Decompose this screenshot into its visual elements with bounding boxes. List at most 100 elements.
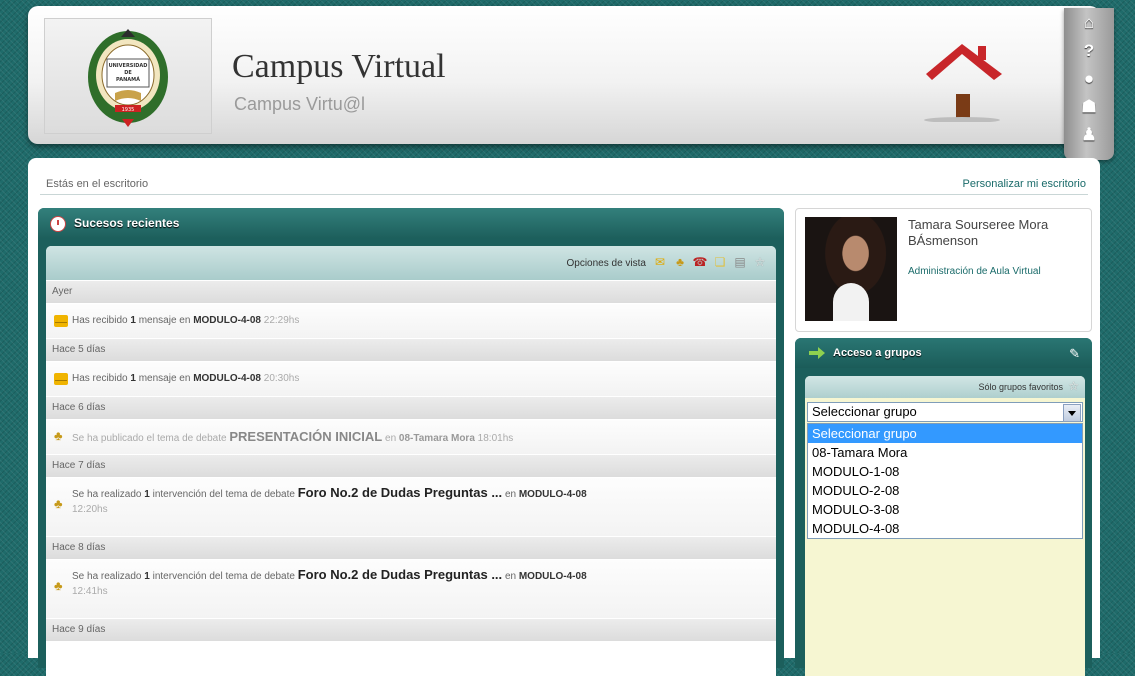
main-content: Estás en el escritorio Personalizar mi e… <box>28 158 1100 676</box>
recent-events-body: Opciones de vista ✉ ♣ ☎ ❏ ▤ ☆ Ayer Has r… <box>46 246 776 676</box>
day-header: Hace 5 días <box>46 338 776 361</box>
group-dropdown-list: Seleccionar grupo 08-Tamara Mora MODULO-… <box>807 423 1083 539</box>
view-options-bar: Opciones de vista ✉ ♣ ☎ ❏ ▤ ☆ <box>46 246 776 280</box>
event-row[interactable]: ♣ Se ha realizado 1 intervención del tem… <box>46 477 776 536</box>
svg-text:PANAMÁ: PANAMÁ <box>116 76 140 83</box>
day-header: Hace 9 días <box>46 618 776 641</box>
event-time: 12:41hs <box>72 586 108 597</box>
university-seal-logo: UNIVERSIDAD DE PANAMÁ 1935 <box>88 29 168 127</box>
arrow-right-icon <box>809 347 825 359</box>
day-header: Hace 7 días <box>46 454 776 477</box>
home-icon[interactable] <box>918 36 1008 122</box>
envelope-icon <box>54 315 68 327</box>
group-access-header: Acceso a grupos ✎ <box>795 338 1092 368</box>
recent-events-title: Sucesos recientes <box>74 216 180 230</box>
logo-container: UNIVERSIDAD DE PANAMÁ 1935 <box>44 18 212 134</box>
site-subtitle: Campus Virtu@l <box>234 94 365 114</box>
event-topic[interactable]: PRESENTACIÓN INICIAL <box>229 429 382 444</box>
event-row[interactable]: ♣ Se ha publicado el tema de debate PRES… <box>46 419 776 454</box>
site-title: Campus Virtual <box>232 48 446 85</box>
event-text: mensaje en <box>138 373 191 384</box>
event-text: Se ha realizado <box>72 571 142 582</box>
envelope-icon <box>54 373 68 385</box>
profile-name: Tamara Sourseree Mora BÁsmenson <box>908 217 1049 248</box>
clock-icon <box>50 216 66 232</box>
envelope-filter-icon[interactable]: ✉ <box>652 254 668 270</box>
profile-card: Tamara Sourseree Mora BÁsmenson Administ… <box>795 208 1092 332</box>
user-icon[interactable]: ☗ <box>1077 96 1101 118</box>
event-topic[interactable]: Foro No.2 de Dudas Preguntas ... <box>298 567 502 582</box>
event-course[interactable]: MODULO-4-08 <box>519 571 587 582</box>
group-option[interactable]: MODULO-4-08 <box>808 519 1082 538</box>
event-row[interactable]: Has recibido 1 mensaje en MODULO-4-08 20… <box>46 361 776 396</box>
day-header: Hace 6 días <box>46 396 776 419</box>
breadcrumb: Estás en el escritorio <box>46 178 149 190</box>
recent-events-panel: Sucesos recientes Opciones de vista ✉ ♣ … <box>38 208 784 676</box>
event-row[interactable]: Has recibido 1 mensaje en MODULO-4-08 22… <box>46 303 776 338</box>
group-select[interactable]: Seleccionar grupo <box>807 402 1083 422</box>
note-filter-icon[interactable]: ❏ <box>712 254 728 270</box>
event-text: en <box>385 433 397 444</box>
document-filter-icon[interactable]: ▤ <box>732 254 748 270</box>
star-icon[interactable]: ☆ <box>1068 379 1079 393</box>
event-text: Se ha realizado <box>72 489 142 500</box>
event-text: Has recibido <box>72 373 128 384</box>
group-option[interactable]: MODULO-1-08 <box>808 462 1082 481</box>
quick-toolbar: ⌂ ? ● ☗ ♟ <box>1064 8 1114 160</box>
help-icon[interactable]: ? <box>1077 40 1101 62</box>
event-text: en <box>504 571 517 582</box>
event-row[interactable]: ♣ Se ha realizado 1 intervención del tem… <box>46 559 776 618</box>
day-header: Ayer <box>46 280 776 303</box>
group-access-title: Acceso a grupos <box>833 347 922 359</box>
group-option[interactable]: Seleccionar grupo <box>808 424 1082 443</box>
event-text: en <box>504 489 517 500</box>
svg-text:DE: DE <box>124 70 132 76</box>
event-count: 1 <box>144 489 150 500</box>
view-options-label: Opciones de vista <box>566 258 647 269</box>
avatar[interactable] <box>805 217 897 321</box>
forum-icon: ♣ <box>54 428 63 443</box>
profile-role-link[interactable]: Administración de Aula Virtual <box>908 265 1088 278</box>
people-icon[interactable]: ♟ <box>1077 124 1101 146</box>
svg-text:1935: 1935 <box>122 107 135 113</box>
star-filter-icon[interactable]: ☆ <box>752 254 768 270</box>
group-option[interactable]: MODULO-3-08 <box>808 500 1082 519</box>
favorites-bar: Sólo grupos favoritos ☆ <box>805 376 1085 398</box>
event-course[interactable]: MODULO-4-08 <box>519 489 587 500</box>
phone-filter-icon[interactable]: ☎ <box>692 254 708 270</box>
favorites-only-label[interactable]: Sólo grupos favoritos <box>978 382 1063 392</box>
event-topic[interactable]: Foro No.2 de Dudas Preguntas ... <box>298 485 502 500</box>
search-icon[interactable]: ● <box>1077 68 1101 90</box>
forum-icon: ♣ <box>54 578 63 593</box>
forum-filter-icon[interactable]: ♣ <box>672 254 688 270</box>
personalize-desk-link[interactable]: Personalizar mi escritorio <box>963 178 1086 190</box>
event-time: 22:29hs <box>263 315 300 326</box>
forum-icon: ♣ <box>54 496 63 511</box>
group-access-body: Sólo grupos favoritos ☆ Seleccionar grup… <box>805 376 1085 676</box>
event-course[interactable]: 08-Tamara Mora <box>399 433 475 444</box>
event-count: 1 <box>130 315 136 326</box>
event-count: 1 <box>130 373 136 384</box>
pin-icon[interactable]: ✎ <box>1069 346 1080 362</box>
site-header: UNIVERSIDAD DE PANAMÁ 1935 Campus Virtua… <box>28 6 1114 160</box>
event-time: 18:01hs <box>477 433 514 444</box>
group-option[interactable]: MODULO-2-08 <box>808 481 1082 500</box>
event-course[interactable]: MODULO-4-08 <box>193 315 261 326</box>
event-text: Se ha publicado el tema de debate <box>72 433 227 444</box>
event-text: mensaje en <box>138 315 191 326</box>
event-course[interactable]: MODULO-4-08 <box>193 373 261 384</box>
group-option[interactable]: 08-Tamara Mora <box>808 443 1082 462</box>
group-select-value: Seleccionar grupo <box>812 404 917 419</box>
svg-text:UNIVERSIDAD: UNIVERSIDAD <box>109 63 148 69</box>
group-access-panel: Acceso a grupos ✎ Sólo grupos favoritos … <box>795 338 1092 676</box>
event-text: intervención del tema de debate <box>152 571 295 582</box>
event-text: Has recibido <box>72 315 128 326</box>
recent-events-header: Sucesos recientes <box>38 208 784 238</box>
event-time: 12:20hs <box>72 504 108 515</box>
day-header: Hace 8 días <box>46 536 776 559</box>
home-icon[interactable]: ⌂ <box>1077 12 1101 34</box>
divider <box>40 194 1088 195</box>
event-time: 20:30hs <box>263 373 300 384</box>
chevron-down-icon[interactable] <box>1063 404 1081 422</box>
event-text: intervención del tema de debate <box>152 489 295 500</box>
